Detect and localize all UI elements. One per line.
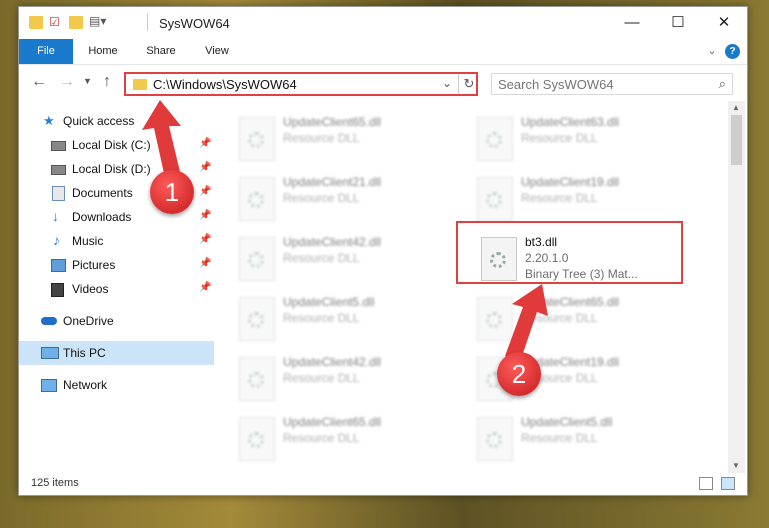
callout-badge-2: 2 — [497, 352, 541, 396]
arrow-2 — [505, 284, 548, 362]
arrow-1 — [142, 100, 181, 178]
callout-badge-1: 1 — [150, 170, 194, 214]
annotation-arrows — [142, 100, 548, 362]
